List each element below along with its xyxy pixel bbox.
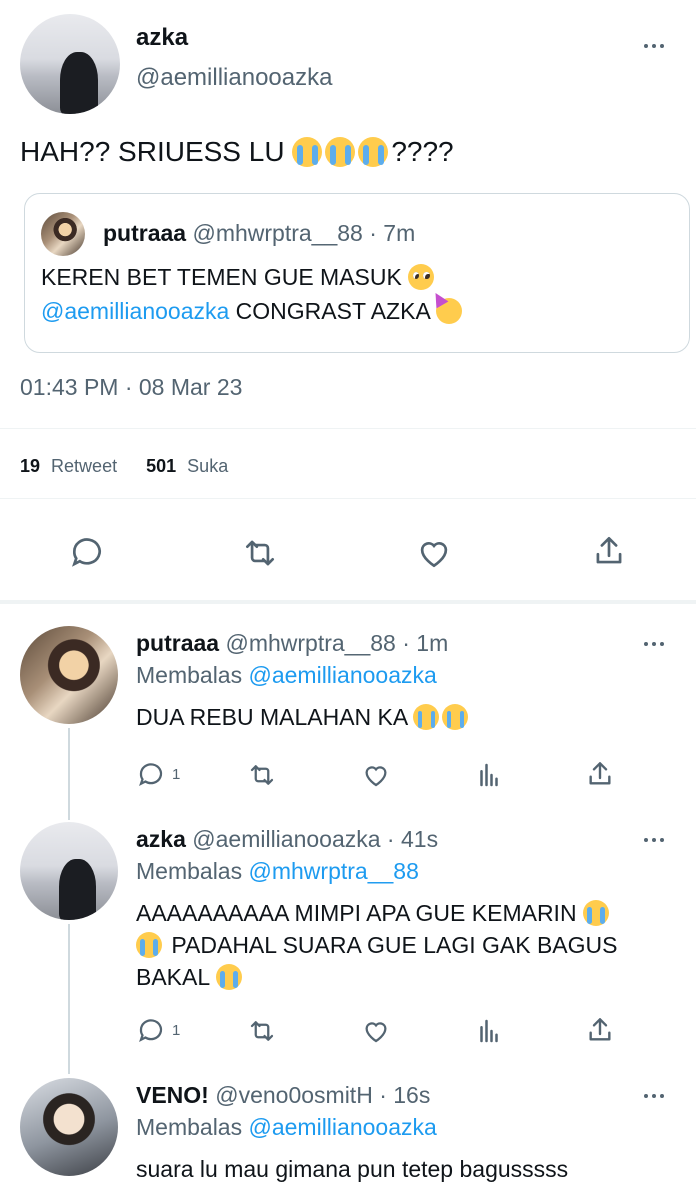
reply-icon[interactable] — [136, 760, 166, 790]
thread-line — [68, 924, 70, 1074]
tweet-stats: 19 Retweet 501 Suka — [20, 456, 228, 477]
partying-face-emoji — [435, 298, 462, 324]
reply-header: putraaa @mhwrptra__88 · 1m — [136, 630, 448, 657]
quoted-header: putraaa @mhwrptra__88 · 7m — [103, 220, 415, 247]
reply-count: 1 — [172, 766, 181, 783]
replying-to: Membalas @mhwrptra__88 — [136, 858, 419, 884]
reply-text-line2: PADAHAL SUARA GUE LAGI GAK BAGUS — [136, 932, 617, 959]
analytics-icon[interactable] — [474, 1016, 504, 1046]
mention-link[interactable]: @aemillianooazka — [41, 298, 229, 324]
quoted-text-line1: KEREN BET TEMEN GUE MASUK — [41, 264, 437, 291]
replying-to: Membalas @aemillianooazka — [136, 662, 437, 688]
author-handle[interactable]: @aemillianooazka — [136, 64, 332, 92]
reply-text-line1: AAAAAAAAAA MIMPI APA GUE KEMARIN — [136, 900, 612, 927]
share-icon[interactable] — [584, 1014, 616, 1046]
reply-header: azka @aemillianooazka · 41s — [136, 826, 438, 853]
like-label[interactable]: Suka — [187, 456, 228, 476]
crying-face-emoji — [358, 137, 389, 167]
mention-link[interactable]: @mhwrptra__88 — [249, 858, 419, 884]
mention-link[interactable]: @aemillianooazka — [249, 662, 437, 688]
like-icon[interactable] — [414, 534, 454, 572]
crying-face-emoji — [292, 137, 323, 167]
quoted-text-line2: @aemillianooazka CONGRAST AZKA — [41, 298, 465, 325]
reply-text: suara lu mau gimana pun tetep bagusssss — [136, 1156, 569, 1182]
reply-icon[interactable] — [136, 1016, 166, 1046]
crying-face-emoji — [413, 704, 440, 730]
retweet-label[interactable]: Retweet — [51, 456, 117, 476]
replying-to: Membalas @aemillianooazka — [136, 1114, 437, 1140]
like-icon[interactable] — [360, 1016, 392, 1046]
mention-link[interactable]: @aemillianooazka — [249, 1114, 437, 1140]
pleading-face-emoji — [408, 264, 435, 290]
reply-text-line3: BAKAL — [136, 964, 245, 991]
share-icon[interactable] — [584, 758, 616, 790]
quoted-author-name: putraaa — [103, 220, 187, 246]
retweet-count[interactable]: 19 — [20, 456, 40, 476]
reply-count: 1 — [172, 1022, 181, 1039]
avatar — [41, 212, 85, 256]
section-divider — [0, 600, 696, 604]
author-name[interactable]: azka — [136, 24, 188, 52]
author-handle[interactable]: @aemillianooazka · 41s — [192, 826, 438, 852]
quoted-author-handle: @mhwrptra__88 · 7m — [192, 220, 416, 246]
crying-face-emoji — [442, 704, 469, 730]
retweet-icon[interactable] — [240, 534, 280, 572]
retweet-icon[interactable] — [246, 1016, 278, 1046]
crying-face-emoji — [136, 932, 162, 958]
like-count[interactable]: 501 — [146, 456, 176, 476]
crying-face-emoji — [325, 137, 356, 167]
crying-face-emoji — [215, 964, 242, 990]
avatar[interactable] — [20, 822, 118, 920]
author-name[interactable]: VENO! — [136, 1082, 209, 1108]
author-name[interactable]: azka — [136, 826, 186, 852]
retweet-icon[interactable] — [246, 760, 278, 790]
reply-text: DUA REBU MALAHAN KA — [136, 704, 471, 731]
author-handle[interactable]: @veno0osmitH · 16s — [215, 1082, 430, 1108]
more-icon[interactable] — [644, 838, 664, 842]
reply-icon[interactable] — [68, 534, 106, 572]
reply-header: VENO! @veno0osmitH · 16s — [136, 1082, 430, 1109]
avatar[interactable] — [20, 626, 118, 724]
more-icon[interactable] — [644, 1094, 664, 1098]
thread-line — [68, 728, 70, 820]
author-handle[interactable]: @mhwrptra__88 · 1m — [225, 630, 448, 656]
tweet-timestamp[interactable]: 01:43 PM · 08 Mar 23 — [20, 374, 242, 401]
more-icon[interactable] — [644, 44, 664, 48]
avatar[interactable] — [20, 14, 120, 114]
quoted-tweet[interactable]: putraaa @mhwrptra__88 · 7m KEREN BET TEM… — [24, 193, 690, 353]
more-icon[interactable] — [644, 642, 664, 646]
share-icon[interactable] — [590, 532, 628, 570]
avatar[interactable] — [20, 1078, 118, 1176]
analytics-icon[interactable] — [474, 760, 504, 790]
tweet-text: HAH?? SRIUESS LU ???? — [20, 136, 454, 167]
author-name[interactable]: putraaa — [136, 630, 219, 656]
like-icon[interactable] — [360, 760, 392, 790]
crying-face-emoji — [582, 900, 609, 926]
